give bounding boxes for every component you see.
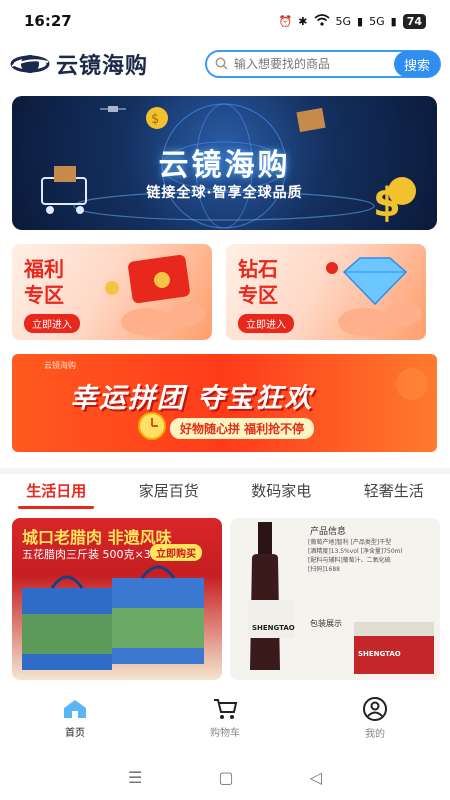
status-icons: ⏰ ✱ 5G ▮ 5G ▮ 74 [278, 13, 426, 29]
signal-bars-icon: ▮ [357, 14, 364, 28]
box-label-text: SHENGTAO [358, 650, 401, 658]
home-square-icon[interactable]: ▢ [218, 768, 233, 787]
hero-banner[interactable]: $ $ 云镜海购 链接全球·智享全球品质 [12, 96, 437, 230]
user-icon [363, 696, 387, 721]
tab-home-goods[interactable]: 家居百货 [139, 472, 199, 509]
hero-title: 云镜海购 [158, 148, 291, 183]
product-info-title: 产品信息 [310, 527, 347, 537]
tab-digital-appliances[interactable]: 数码家电 [251, 472, 311, 509]
search-button[interactable]: 搜索 [394, 51, 440, 77]
product-card-bacon[interactable]: 城口老腊肉 非遗风味 五花腊肉三斤装 500克×3 立即购买 [12, 518, 222, 680]
nav-home[interactable]: 首页 [35, 698, 115, 739]
promo-title: 福利 专区 [24, 257, 64, 307]
system-navigation-bar: ☰ ▢ ◁ [0, 755, 450, 800]
globe-logo-icon [10, 51, 50, 77]
search-icon [215, 55, 228, 74]
nav-cart[interactable]: 购物车 [185, 698, 265, 739]
signal-5g-1: 5G [335, 14, 352, 28]
status-time: 16:27 [24, 12, 72, 30]
app-header: 云镜海购 搜索 [0, 42, 450, 86]
tab-light-luxury[interactable]: 轻奢生活 [364, 472, 424, 509]
signal-5g-2: 5G [369, 14, 385, 28]
nav-cart-label: 购物车 [210, 727, 240, 739]
nav-profile[interactable]: 我的 [335, 696, 415, 740]
enter-now-button[interactable]: 立即进入 [24, 314, 80, 333]
wine-label-text: SHENGTAO [252, 624, 295, 632]
nav-home-label: 首页 [65, 727, 85, 739]
bluetooth-icon: ✱ [298, 14, 308, 28]
app-logo[interactable]: 云镜海购 [10, 48, 200, 80]
menu-icon[interactable]: ☰ [128, 768, 142, 787]
product-card-wine[interactable]: SHENGTAO SHENGTAO 产品信息 [葡萄产地]智利 [产品类型]干型… [230, 518, 440, 680]
product-info-lines: [葡萄产地]智利 [产品类型]干型 [酒精度]13.5%vol [净含量]750… [308, 539, 403, 573]
hero-subtitle: 链接全球·智享全球品质 [146, 185, 303, 201]
wifi-icon [313, 13, 330, 29]
enter-now-button[interactable]: 立即进入 [238, 314, 294, 333]
lucky-banner-title: 幸运拼团 夺宝狂欢 [70, 383, 314, 414]
category-tabs: 生活日用 家居百货 数码家电 轻奢生活 [0, 468, 450, 509]
promo-title: 钻石 专区 [238, 257, 278, 307]
svg-text:$: $ [151, 112, 159, 127]
alarm-icon: ⏰ [278, 14, 293, 28]
lucky-group-banner[interactable]: 云镜海购 幸运拼团 夺宝狂欢 好物随心拼 福利抢不停 [12, 354, 437, 452]
cart-icon [214, 698, 238, 719]
tab-daily-life[interactable]: 生活日用 [18, 472, 95, 509]
search-bar: 搜索 [205, 50, 441, 78]
gift-box-image [22, 565, 204, 670]
app-name: 云镜海购 [56, 54, 149, 79]
back-icon[interactable]: ◁ [310, 768, 322, 787]
bottom-navigation: 首页 购物车 我的 [0, 688, 450, 748]
home-icon [64, 699, 86, 718]
packaging-title: 包装展示 [310, 619, 342, 628]
lucky-banner-tagline: 好物随心拼 福利抢不停 [170, 418, 315, 439]
promo-welfare-zone[interactable]: 福利 专区 立即进入 [12, 244, 212, 340]
nav-profile-label: 我的 [365, 728, 385, 740]
promo-diamond-zone[interactable]: 钻石 专区 立即进入 [226, 244, 426, 340]
signal-bars-icon-2: ▮ [390, 14, 397, 28]
battery-indicator: 74 [402, 13, 426, 29]
status-bar: 16:27 ⏰ ✱ 5G ▮ 5G ▮ 74 [0, 0, 450, 42]
